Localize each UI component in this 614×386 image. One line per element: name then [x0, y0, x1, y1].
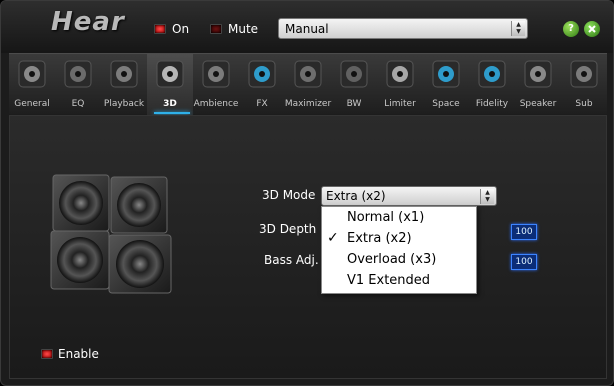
dropdown-option[interactable]: Overload (x3): [322, 249, 476, 270]
preset-select[interactable]: Manual ▲ ▼: [278, 18, 528, 39]
close-button[interactable]: [584, 21, 600, 37]
dropdown-option-label: Extra (x2): [347, 231, 412, 246]
mode-spin-icon[interactable]: ▲ ▼: [480, 189, 494, 204]
mute-toggle[interactable]: Mute: [210, 22, 258, 36]
on-label: On: [172, 22, 190, 36]
tab-label: Sub: [575, 99, 593, 109]
on-toggle[interactable]: On: [154, 22, 189, 36]
dropdown-option[interactable]: Normal (x1): [322, 207, 476, 228]
help-button[interactable]: ?: [563, 21, 579, 37]
app-title: Hear: [51, 7, 125, 37]
speakers-illustration-icon: [50, 174, 172, 294]
tab-sub[interactable]: Sub: [561, 54, 607, 115]
bass-adj-value: 100: [511, 254, 537, 270]
bass-adj-label: Bass Adj.: [264, 253, 319, 267]
dropdown-option[interactable]: ✓ Extra (x2): [322, 228, 476, 249]
dropdown-option[interactable]: V1 Extended: [322, 270, 476, 291]
dropdown-option-label: Overload (x3): [347, 252, 437, 267]
enable-led-icon: [41, 349, 53, 359]
subwoofer-icon: [568, 58, 600, 90]
on-led-icon: [154, 24, 166, 34]
checkmark-icon: ✓: [327, 230, 339, 246]
preset-value: Manual: [285, 22, 329, 36]
space-icon: [430, 58, 462, 90]
general-icon: [16, 58, 48, 90]
title-bar: Hear On Mute Manual ▲ ▼ ?: [1, 1, 613, 53]
mute-label: Mute: [228, 22, 259, 36]
active-tab-indicator: [154, 112, 190, 114]
3d-mode-dropdown: Normal (x1) ✓ Extra (x2) Overload (x3) V1 Ex…: [321, 206, 477, 294]
eq-icon: [62, 58, 94, 90]
dropdown-option-label: V1 Extended: [347, 273, 431, 288]
headphones-icon: [292, 58, 324, 90]
close-icon: [588, 25, 596, 33]
app-window: Hear On Mute Manual ▲ ▼ ? General EQ Playba…: [0, 0, 614, 386]
speakers-3d-icon: [154, 58, 186, 90]
fx-icon: [246, 58, 278, 90]
enable-label: Enable: [58, 347, 99, 361]
fidelity-icon: [476, 58, 508, 90]
3d-mode-value: Extra (x2): [326, 189, 386, 203]
tab-bar: General EQ Playback 3D Ambience FX Maximizer BW…: [9, 53, 607, 115]
3d-depth-value: 100: [511, 224, 537, 240]
speaker-icon: [522, 58, 554, 90]
mute-led-icon: [210, 24, 222, 34]
bw-icon: [338, 58, 370, 90]
playback-icon: [108, 58, 140, 90]
limiter-icon: [384, 58, 416, 90]
3d-depth-label: 3D Depth: [259, 222, 317, 236]
enable-toggle[interactable]: Enable: [41, 347, 99, 361]
3d-mode-label: 3D Mode: [262, 188, 316, 202]
3d-mode-select[interactable]: Extra (x2) ▲ ▼: [321, 186, 497, 206]
spin-arrows-icon[interactable]: ▲ ▼: [511, 21, 525, 36]
ambience-icon: [200, 58, 232, 90]
dropdown-option-label: Normal (x1): [347, 210, 425, 225]
